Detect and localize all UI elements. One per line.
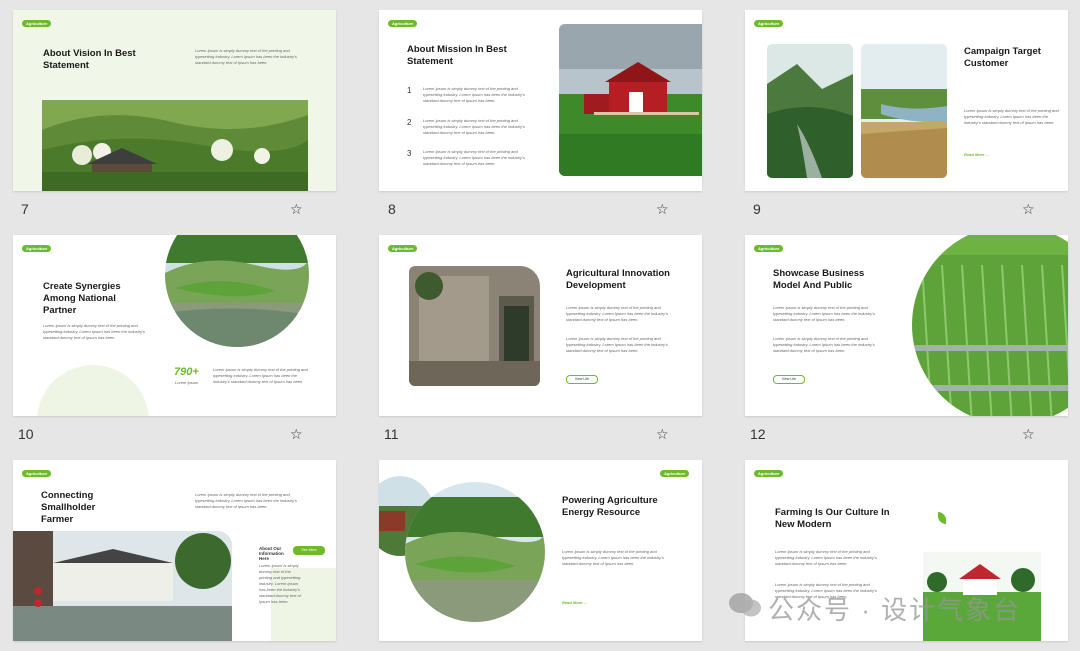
- slide-title: Farming Is Our Culture In New Modern: [775, 507, 890, 530]
- slide-body: Lorem Ipsum is simply dummy text of the …: [566, 336, 668, 353]
- about-heading: About Our Information Here: [259, 546, 284, 561]
- slide-body: Lorem Ipsum is simply dummy text of the …: [773, 305, 875, 322]
- about-body: Lorem Ipsum is simply dummy text of the …: [259, 563, 301, 604]
- slide-body: Lorem Ipsum is simply dummy text of the …: [775, 549, 877, 566]
- slide-tag: Agriculture: [754, 470, 784, 477]
- slide-13[interactable]: Agriculture Connecting Smallholder Farme…: [13, 460, 336, 641]
- slide-number: 10: [18, 426, 34, 442]
- slide-tag: Agriculture: [660, 470, 690, 477]
- favorite-star-icon[interactable]: ☆: [290, 202, 304, 216]
- view-button[interactable]: View Life: [773, 375, 805, 384]
- valley-photo: [767, 44, 853, 178]
- list-number: 1: [407, 86, 412, 95]
- slide-12[interactable]: Agriculture Showcase Business Model And …: [745, 235, 1068, 416]
- wechat-icon: [728, 592, 762, 618]
- list-text: Lorem Ipsum is simply dummy text of the …: [423, 118, 525, 135]
- slide-tag: Agriculture: [22, 20, 52, 27]
- red-barn-photo: [559, 24, 702, 176]
- slide-body: Lorem Ipsum is simply dummy text of the …: [964, 108, 1059, 125]
- slide-title: Campaign Target Customer: [964, 46, 1041, 69]
- slide-tag: Agriculture: [754, 20, 784, 27]
- slide-body: Lorem Ipsum is simply dummy text of the …: [195, 48, 297, 65]
- slide-9[interactable]: Agriculture Campaign Target Customer Lor…: [745, 10, 1068, 191]
- list-number: 2: [407, 118, 412, 127]
- see-more-button[interactable]: See More: [293, 546, 325, 555]
- favorite-star-icon[interactable]: ☆: [656, 427, 670, 441]
- slide-tag: Agriculture: [22, 245, 52, 252]
- read-more-link[interactable]: Read More ...: [964, 152, 1024, 158]
- stat-value: 790+: [174, 366, 199, 378]
- rice-field-circle-photo: [912, 235, 1068, 416]
- slide-title: About Mission In Best Statement: [407, 44, 507, 67]
- slide-title: Connecting Smallholder Farmer: [41, 490, 96, 525]
- slide-body: Lorem Ipsum is simply dummy text of the …: [566, 305, 668, 322]
- stone-doorway-photo: [409, 266, 540, 386]
- view-button[interactable]: View Life: [566, 375, 598, 384]
- stat-body: Lorem Ipsum is simply dummy text of the …: [213, 367, 308, 384]
- favorite-star-icon[interactable]: ☆: [1022, 202, 1036, 216]
- slide-title: Create Synergies Among National Partner: [43, 281, 121, 316]
- slide-number: 9: [753, 201, 761, 217]
- slide-tag: Agriculture: [754, 245, 784, 252]
- slide-body: Lorem Ipsum is simply dummy text of the …: [773, 336, 875, 353]
- leaf-icon: [938, 512, 946, 524]
- slide-11[interactable]: Agriculture Agricultural Innovation Deve…: [379, 235, 702, 416]
- field-photo: [861, 44, 947, 178]
- slide-7[interactable]: Agriculture About Vision In Best Stateme…: [13, 10, 336, 191]
- list-text: Lorem Ipsum is simply dummy text of the …: [423, 149, 525, 166]
- slide-title: About Vision In Best Statement: [43, 48, 136, 71]
- slide-body: Lorem Ipsum is simply dummy text of the …: [195, 492, 297, 509]
- slide-14[interactable]: Agriculture Powering Agriculture Energy …: [379, 460, 702, 641]
- slide-tag: Agriculture: [388, 245, 418, 252]
- favorite-star-icon[interactable]: ☆: [290, 427, 304, 441]
- slide-title: Powering Agriculture Energy Resource: [562, 495, 658, 518]
- list-text: Lorem Ipsum is simply dummy text of the …: [423, 86, 525, 103]
- watermark-text: 公众号 · 设计气象台: [768, 595, 1022, 625]
- slide-tag: Agriculture: [388, 20, 418, 27]
- stat-label: Lorem Ipsum: [175, 380, 199, 385]
- favorite-star-icon[interactable]: ☆: [1022, 427, 1036, 441]
- slide-title: Showcase Business Model And Public: [773, 268, 865, 291]
- slide-8[interactable]: Agriculture About Mission In Best Statem…: [379, 10, 702, 191]
- terrace-circle-photo: [165, 235, 309, 347]
- landscape-photo: [42, 100, 308, 191]
- read-more-link[interactable]: Read More ...: [562, 600, 622, 606]
- favorite-star-icon[interactable]: ☆: [656, 202, 670, 216]
- terrace-circle-photo: [405, 482, 545, 622]
- slide-body: Lorem Ipsum is simply dummy text of the …: [43, 323, 145, 340]
- slide-tag: Agriculture: [22, 470, 52, 477]
- slide-body: Lorem Ipsum is simply dummy text of the …: [562, 549, 664, 566]
- slide-number: 7: [21, 201, 29, 217]
- slide-number: 12: [750, 426, 766, 442]
- slide-number: 8: [388, 201, 396, 217]
- list-number: 3: [407, 149, 412, 158]
- water-town-photo: [13, 531, 232, 641]
- slide-10[interactable]: Agriculture Create Synergies Among Natio…: [13, 235, 336, 416]
- decor-circle: [37, 365, 149, 416]
- slide-title: Agricultural Innovation Development: [566, 268, 670, 291]
- slide-number: 11: [384, 426, 399, 442]
